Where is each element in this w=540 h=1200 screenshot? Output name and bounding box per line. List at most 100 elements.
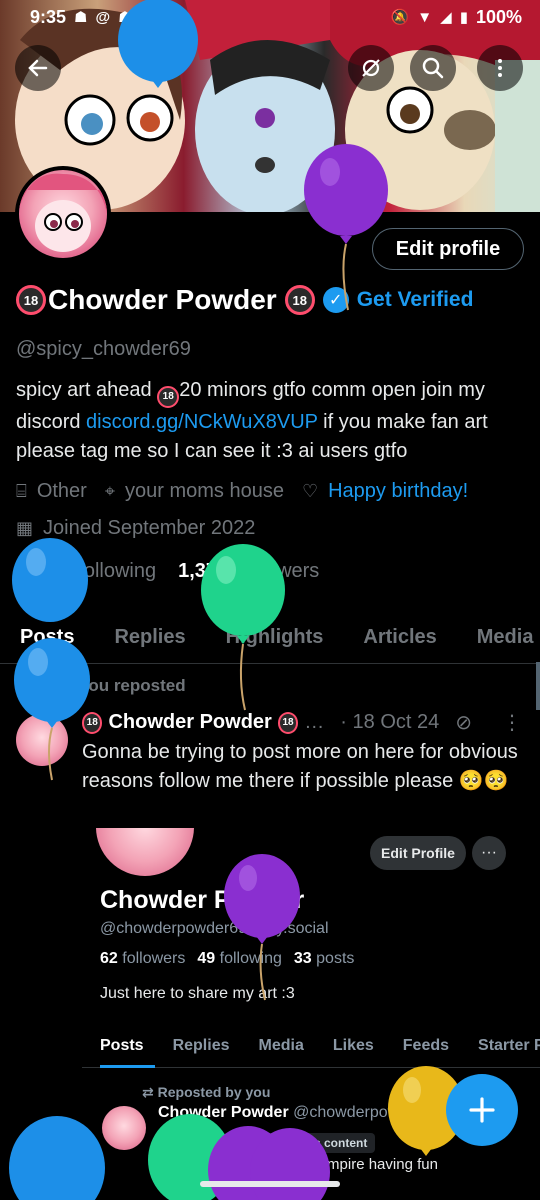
embed-tab-starter-packs: Starter Pac	[478, 1037, 540, 1054]
verified-check-icon: ✓	[322, 287, 349, 313]
post-header: 18 Chowder Powder 18 … · 18 Oct 24 ⊘ ⋮	[82, 710, 522, 735]
status-bar: 9:35 ☗ @ ☗ ◔ • 🔕 ▼ ◢ ▮ 100%	[0, 0, 540, 34]
briefcase-icon: ⌸	[16, 481, 27, 501]
birthday-link[interactable]: Happy birthday!	[328, 480, 468, 503]
embed-post-author: Chowder Powder	[158, 1104, 289, 1121]
age-restricted-icon: 18	[284, 285, 315, 315]
post-ellipsis: …	[304, 711, 325, 733]
followers-link[interactable]: 1,370 Followers	[178, 560, 319, 583]
embed-edit-profile-button: Edit Profile	[370, 836, 466, 870]
repost-label: You reposted	[78, 676, 186, 695]
home-indicator[interactable]	[200, 1181, 340, 1187]
embed-name: Chowder Powder	[100, 886, 305, 914]
embed-tab-media: Media	[258, 1037, 304, 1054]
profile-location: your moms house	[124, 480, 284, 502]
embed-more-icon: ···	[472, 836, 506, 870]
more-vertical-icon	[498, 59, 502, 77]
game-icon: ◔	[139, 8, 149, 26]
profile-name: Chowder Powder	[48, 284, 277, 315]
sync-button[interactable]	[348, 45, 394, 91]
search-button[interactable]	[410, 45, 456, 91]
tab-replies[interactable]: Replies	[94, 612, 205, 663]
post-more-icon[interactable]: ⋮	[502, 710, 522, 735]
embed-tab-posts: Posts	[82, 1026, 155, 1068]
following-link[interactable]: 2,029 Following	[16, 560, 156, 583]
mute-icon: 🔕	[390, 9, 410, 26]
tab-media[interactable]: Media	[457, 612, 540, 663]
following-count: 2,029	[16, 560, 67, 582]
embed-followers-label: followers	[122, 950, 186, 967]
get-verified-link[interactable]: Get Verified	[357, 288, 474, 312]
search-icon	[422, 57, 444, 79]
status-time: 9:35	[30, 6, 67, 27]
signal-icon: ◢	[440, 9, 452, 26]
post-date: · 18 Oct 24	[340, 711, 440, 733]
age-restricted-icon: 18	[277, 711, 299, 734]
embed-following-label: following	[219, 950, 282, 967]
profile-tabs: Posts Replies Highlights Articles Media	[0, 612, 540, 664]
follow-counts: 2,029 Following 1,370 Followers	[16, 560, 319, 583]
tab-posts[interactable]: Posts	[0, 612, 94, 663]
bio-text: spicy art ahead	[16, 379, 158, 401]
notification-icon: ☗	[74, 9, 88, 26]
embed-repost-label: ⇄ Reposted by you	[142, 1084, 271, 1100]
age-restricted-icon: 18	[157, 385, 180, 408]
embed-tabs: Posts Replies Media Likes Feeds Starter …	[82, 1026, 540, 1068]
plus-icon	[469, 1097, 495, 1123]
back-button[interactable]	[15, 45, 61, 91]
age-restricted-icon: 18	[16, 285, 46, 315]
repost-indicator: ⇄ You reposted	[50, 676, 186, 696]
following-label: Following	[71, 560, 157, 582]
repost-icon: ⇄	[50, 676, 65, 695]
battery-percent: 100%	[475, 6, 522, 27]
embed-content-warning: placed on this content	[232, 1133, 376, 1153]
profile-category: Other	[36, 480, 87, 502]
followers-label: Followers	[233, 560, 320, 582]
embed-following-count: 49	[197, 950, 216, 967]
sync-icon	[362, 59, 380, 77]
sync-icon[interactable]: ⊘	[455, 710, 472, 735]
embed-posts-count: 33	[293, 950, 312, 967]
embed-tab-feeds: Feeds	[402, 1037, 450, 1054]
embed-avatar	[96, 828, 194, 876]
wifi-icon: ▼	[417, 8, 433, 26]
dot-icon: •	[156, 8, 162, 26]
calendar-icon: ▦	[16, 518, 34, 538]
profile-bio: spicy art ahead 18 20 minors gtfo comm op…	[16, 376, 526, 466]
arrow-left-icon	[28, 59, 48, 77]
embed-tab-likes: Likes	[332, 1037, 374, 1054]
embed-handle: @chowderpowder69.bsky.social	[100, 920, 329, 937]
profile-handle: @spicy_chowder69	[16, 338, 191, 360]
battery-icon: ▮	[459, 9, 468, 26]
tab-highlights[interactable]: Highlights	[206, 612, 344, 663]
tab-articles[interactable]: Articles	[343, 612, 456, 663]
more-button[interactable]	[477, 45, 523, 91]
avatar-artwork	[19, 173, 107, 252]
location-pin-icon: ⌖	[104, 481, 115, 501]
compose-button[interactable]	[446, 1074, 518, 1146]
embed-post-avatar	[102, 1106, 146, 1150]
edit-profile-button[interactable]: Edit profile	[372, 228, 524, 270]
profile-name-row: 18 Chowder Powder 18 ✓ Get Verified	[16, 284, 473, 316]
embed-tab-replies: Replies	[172, 1037, 230, 1054]
scrollbar[interactable]	[536, 662, 540, 710]
age-restricted-icon: 18	[82, 711, 103, 734]
threads-icon: @	[95, 8, 111, 26]
embed-post-header: Chowder Powder @chowderpowder6	[158, 1104, 431, 1122]
profile-meta-row: ⌸ Other ⌖ your moms house ♡ Happy birthd…	[16, 480, 468, 503]
embed-stats: 62 followers 49 following 33 posts	[100, 950, 354, 968]
post-avatar[interactable]	[16, 714, 68, 766]
balloon-icon: ♡	[301, 481, 319, 501]
embed-followers-count: 62	[100, 950, 118, 967]
embed-bio: Just here to share my art :3	[100, 985, 295, 1002]
embed-post-text: and vampire having fun	[282, 1156, 438, 1173]
post-text: Gonna be trying to post more on here for…	[82, 741, 518, 792]
snapchat-icon: ☗	[118, 9, 132, 26]
followers-count: 1,370	[178, 560, 229, 582]
post-author[interactable]: Chowder Powder	[108, 711, 271, 734]
embed-posts-label: posts	[316, 950, 355, 967]
embed-post-handle: @chowderpowder6	[293, 1104, 432, 1121]
profile-avatar[interactable]	[15, 166, 111, 262]
profile-joined-row: ▦ Joined September 2022	[16, 517, 255, 540]
discord-link[interactable]: discord.gg/NCkWuX8VUP	[86, 411, 318, 433]
